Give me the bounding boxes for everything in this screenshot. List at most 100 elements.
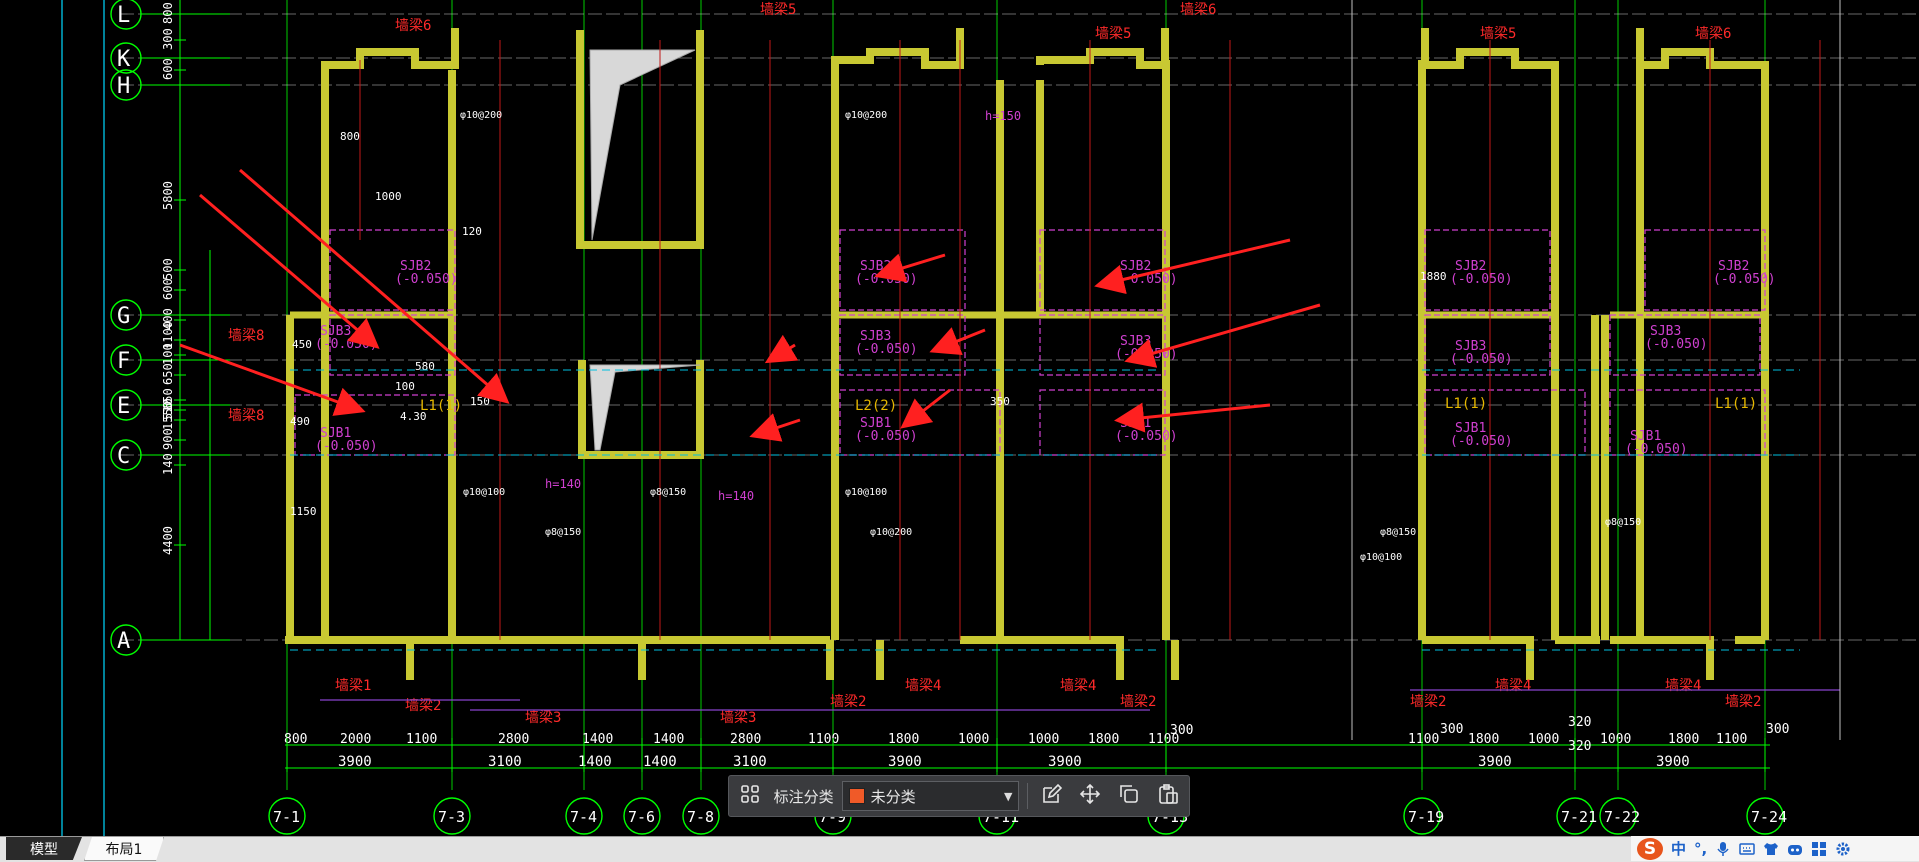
axis-label-A: A [117,629,130,654]
annotation-arrow [1114,402,1271,433]
wall-beam-label: 墙梁3 [720,710,756,726]
small-dimension-text: 100 [395,380,415,393]
slab-outline [329,229,456,311]
category-label: 标注分类 [773,787,834,806]
bottom-dimension-text: 1100 [1716,732,1747,747]
left-dimension-text: 1550 [161,401,175,430]
axis-label-L: L [117,3,130,28]
bottom-dimension-text: 1100 [406,732,437,747]
rebar-label: φ8@150 [545,527,581,538]
slab-elevation-label: (-0.050) [855,342,918,357]
grid-select-icon [740,784,760,808]
slab-elevation-label: (-0.050) [1645,337,1708,352]
wall-beam-label: 墙梁8 [228,328,264,344]
slab-elevation-label: (-0.050) [855,429,918,444]
wall-beam-label: 墙梁2 [1725,694,1761,710]
bottom-dimension-text: 1100 [808,732,839,747]
slab-elevation-label: (-0.050) [395,272,458,287]
left-dimension-text: 600 [161,58,175,80]
axis-label-G: G [117,304,130,329]
axis-label-7-21: 7-21 [1561,808,1597,826]
wall-beam-label: 墙梁6 [395,18,431,34]
wall-beam-label: 墙梁2 [1410,694,1446,710]
axis-label-7-19: 7-19 [1408,808,1444,826]
bottom-dimension-text: 800 [284,732,307,747]
slab-elevation-label: (-0.050) [1450,272,1513,287]
left-dimension-text: 500 [161,258,175,280]
left-dimension-text: 100 [161,343,175,365]
small-dimension-text: 800 [340,130,360,143]
axis-label-7-6: 7-6 [628,808,655,826]
bottom-dimension-text: 1000 [1528,732,1559,747]
paste-button[interactable] [1152,780,1183,812]
wall-beam-label: 墙梁1 [335,678,371,694]
bottom-dimension-text: 300 [1440,722,1463,737]
tab-layout1[interactable]: 布局1 [84,837,164,861]
bottom-dimension-text: 320 [1568,739,1591,754]
small-dimension-text: 350 [990,395,1010,408]
category-dropdown-value: 未分类 [870,787,916,806]
slab-elevation-label: (-0.050) [1450,434,1513,449]
sogou-logo-icon[interactable]: S [1637,837,1663,860]
wall-beam-label: 墙梁2 [830,694,866,710]
annotation-arrow [239,168,510,404]
axis-label-7-8: 7-8 [687,808,714,826]
small-dimension-text: 150 [470,395,490,408]
copy-button[interactable] [1114,780,1145,812]
small-dimension-text: 4.30 [400,410,427,423]
wall-beam-label: 墙梁8 [228,408,264,424]
bottom-dimension-text: 3900 [1656,754,1690,770]
move-icon [1079,783,1101,809]
small-dimension-text: 1000 [375,190,402,203]
bottom-dimension-text: 2000 [340,732,371,747]
axis-label-7-3: 7-3 [438,808,465,826]
select-similar-button[interactable] [735,780,766,812]
slab-thickness-label: h=150 [985,109,1021,123]
bottom-dimension-text: 320 [1568,715,1591,730]
left-dimension-text: 4400 [161,526,175,555]
bottom-dimension-text: 1400 [578,754,612,770]
axis-label-7-1: 7-1 [273,808,300,826]
copy-icon [1118,783,1140,809]
move-button[interactable] [1075,780,1106,812]
paste-icon [1157,783,1179,809]
edit-annotation-button[interactable] [1036,780,1067,812]
skin-shirt-icon[interactable] [1763,841,1779,857]
left-dimension-text: 800 [161,2,175,24]
rebar-label: φ10@100 [463,487,505,498]
bottom-dimension-text: 1800 [1088,732,1119,747]
bottom-dimension-text: 3100 [488,754,522,770]
bottom-dimension-text: 1000 [1600,732,1631,747]
edit-icon [1041,783,1063,809]
axis-label-H: H [117,74,130,99]
small-dimension-text: 490 [290,415,310,428]
punctuation-toggle[interactable]: °, [1694,840,1707,858]
apps-grid-icon[interactable] [1811,841,1827,857]
microphone-icon[interactable] [1715,841,1731,857]
small-dimension-text: 580 [415,360,435,373]
slab-thickness-label: h=140 [718,489,754,503]
small-dimension-text: 120 [462,225,482,238]
beam-label: L1(1) [1715,396,1757,412]
wall-beam-label: 墙梁4 [1665,678,1701,694]
ime-status-bar: S 中 °, [1631,836,1919,861]
slab-elevation-label: (-0.050) [1450,352,1513,367]
assistant-icon[interactable] [1787,841,1803,857]
annotation-arrow [764,334,799,364]
bottom-dimension-text: 3900 [1048,754,1082,770]
wall-beam-label: 墙梁5 [1480,26,1516,42]
keyboard-icon[interactable] [1739,841,1755,857]
slab-elevation-label: (-0.050) [315,439,378,454]
left-dimension-text: 5800 [161,181,175,210]
cad-drawing-canvas[interactable]: LKHGFECA7-1 7-3 7-4 7-6 7-8 7-9 7-11 7-13 7-19 7-… [0,0,1919,836]
left-dimension-text: 900 [161,428,175,450]
left-dimension-text: 650 [161,363,175,385]
slab-elevation-label: (-0.050) [1115,429,1178,444]
tab-model[interactable]: 模型 [6,837,82,860]
small-dimension-text: 1150 [290,505,317,518]
axis-label-E: E [117,394,130,419]
category-dropdown[interactable]: 未分类 ▼ [841,781,1020,811]
ime-language-toggle[interactable]: 中 [1671,838,1686,859]
settings-gear-icon[interactable] [1835,841,1851,857]
bottom-dimension-text: 2800 [730,732,761,747]
